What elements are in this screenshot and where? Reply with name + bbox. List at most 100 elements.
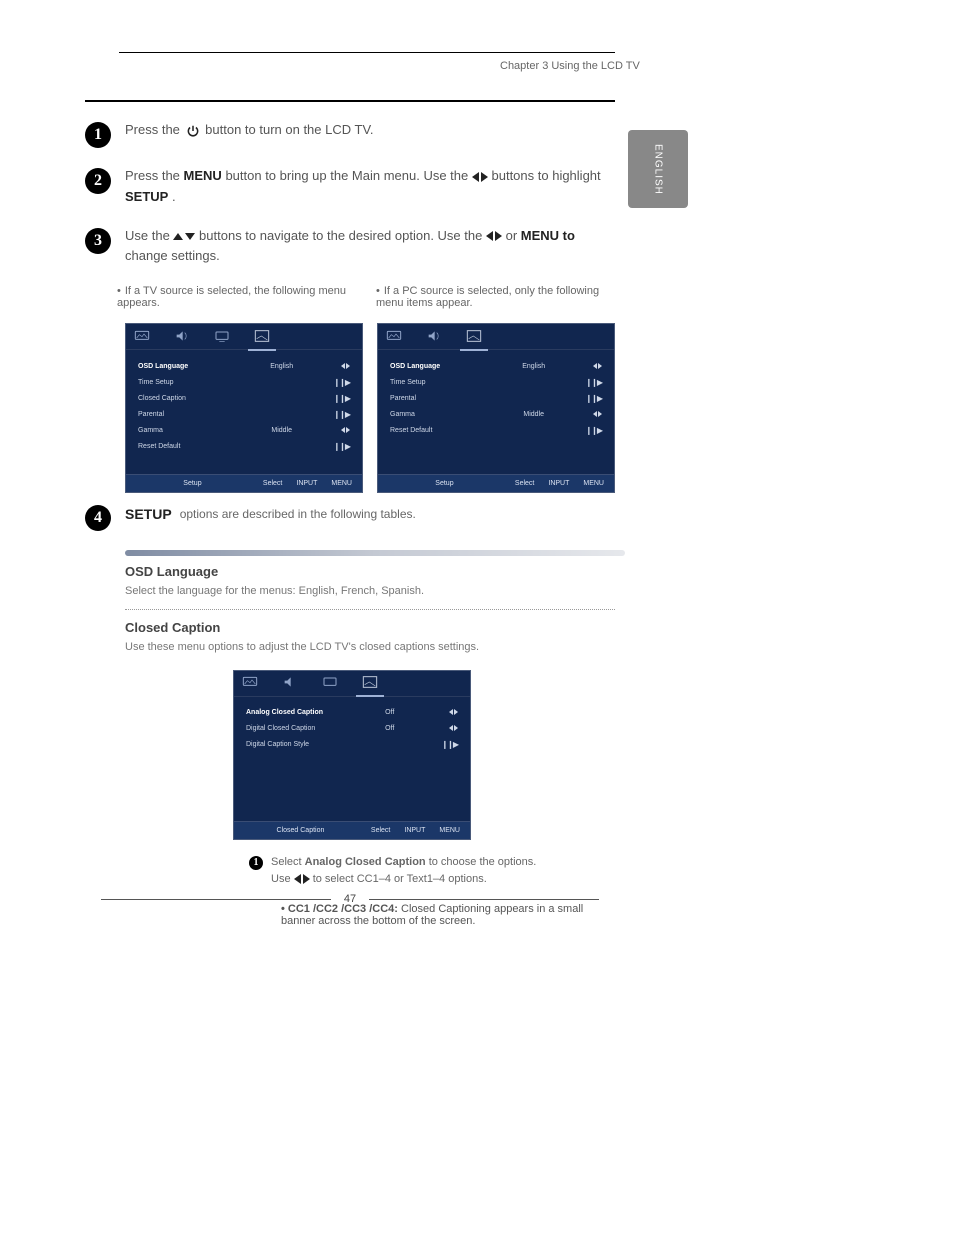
chapter-header: Chapter 3 Using the LCD TV: [500, 60, 640, 72]
step-number-icon: 4: [85, 505, 111, 531]
osd-menu-row: GammaMiddle: [390, 408, 602, 420]
audio-tab-icon: [282, 675, 298, 691]
setup-tab-icon: [254, 329, 270, 345]
osd-item-value: Off: [347, 709, 432, 716]
enter-submenu-icon: ❙❙▶: [333, 410, 350, 419]
picture-tab-icon: [134, 329, 150, 345]
osd-menu-row: Reset Default ❙❙▶: [390, 424, 602, 436]
cc-step-1: 1 Select Analog Closed Caption to choose…: [249, 854, 549, 889]
osd-item-label: Parental: [138, 411, 239, 418]
header-rule: [119, 52, 615, 53]
left-right-arrow-icon: [341, 363, 350, 369]
osd-language-desc: Select the language for the menus: Engli…: [125, 583, 615, 600]
osd-item-label: Digital Caption Style: [246, 741, 347, 748]
step-3-text: Use the buttons to navigate to the desir…: [125, 226, 615, 268]
setup-tab-icon: [362, 675, 378, 691]
section-osd-language: OSD Language Select the language for the…: [89, 564, 615, 611]
enter-submenu-icon: ❙❙▶: [585, 426, 602, 435]
language-tab: ENGLISH: [628, 130, 688, 208]
osd-tab-bar: [234, 671, 470, 697]
osd-menu-row: Time Setup ❙❙▶: [138, 376, 350, 388]
osd-item-label: Gamma: [390, 411, 491, 418]
enter-submenu-icon: ❙❙▶: [585, 394, 602, 403]
osd-setup-pc: OSD LanguageEnglish Time Setup ❙❙▶ Parental…: [377, 323, 615, 493]
picture-tab-icon: [242, 675, 258, 691]
left-right-arrow-icon: [593, 363, 602, 369]
osd-menu-row: Analog Closed CaptionOff: [246, 707, 458, 719]
setup-label: SETUP options are described in the follo…: [125, 503, 416, 525]
osd-menu-row: GammaMiddle: [138, 424, 350, 436]
osd-menu-row: Digital Caption Style ❙❙▶: [246, 739, 458, 751]
osd-item-value: Middle: [239, 427, 324, 434]
page-number: 47: [334, 893, 366, 905]
enter-submenu-icon: ❙❙▶: [333, 442, 350, 451]
osd-item-label: Parental: [390, 395, 491, 402]
left-right-arrow-icon: [449, 709, 458, 715]
page-content: 1 Press the button to turn on the LCD TV…: [85, 100, 615, 933]
closed-caption-heading: Closed Caption: [125, 620, 615, 635]
step-3: 3 Use the buttons to navigate to the des…: [85, 226, 615, 268]
tv-tab-icon: [214, 329, 230, 345]
picture-tab-icon: [386, 329, 402, 345]
left-right-arrow-icon: [486, 231, 502, 241]
left-right-arrow-icon: [341, 427, 350, 433]
left-right-arrow-icon: [472, 172, 488, 182]
col-pc-source: •If a PC source is selected, only the fo…: [376, 285, 615, 309]
osd-tab-bar: [378, 324, 614, 350]
step-4: 4 SETUP options are described in the fol…: [85, 503, 615, 543]
setup-tab-icon: [466, 329, 482, 345]
col-tv-source: •If a TV source is selected, the followi…: [117, 285, 356, 309]
step-number-icon: 2: [85, 168, 111, 194]
osd-menu-row: Parental ❙❙▶: [138, 408, 350, 420]
step-1-text: Press the button to turn on the LCD TV.: [125, 120, 374, 141]
dotted-divider: [125, 609, 615, 610]
osd-item-label: Closed Caption: [138, 395, 239, 402]
osd-item-label: OSD Language: [138, 363, 239, 370]
osd-item-label: Gamma: [138, 427, 239, 434]
osd-menu-row: OSD LanguageEnglish: [138, 360, 350, 372]
up-down-arrow-icon: [173, 233, 195, 240]
osd-item-label: Time Setup: [138, 379, 239, 386]
enter-submenu-icon: ❙❙▶: [333, 394, 350, 403]
osd-closed-caption: Analog Closed CaptionOffDigital Closed C…: [233, 670, 471, 840]
closed-caption-desc: Use these menu options to adjust the LCD…: [125, 639, 615, 656]
enter-submenu-icon: ❙❙▶: [333, 378, 350, 387]
left-right-arrow-icon: [593, 411, 602, 417]
osd-item-value: English: [491, 363, 576, 370]
osd-item-label: Time Setup: [390, 379, 491, 386]
osd-item-label: Digital Closed Caption: [246, 725, 347, 732]
osd-language-heading: OSD Language: [125, 564, 615, 579]
step-2: 2 Press the MENU button to bring up the …: [85, 166, 615, 208]
page-footer: 47: [85, 893, 615, 905]
step-number-icon: 3: [85, 228, 111, 254]
cc-bullet-1: CC1 /CC2 /CC3 /CC4: Closed Captioning ap…: [281, 903, 615, 927]
osd-menu-row: Digital Closed CaptionOff: [246, 723, 458, 735]
enter-submenu-icon: ❙❙▶: [585, 378, 602, 387]
left-right-arrow-icon: [294, 874, 310, 884]
language-tab-label: ENGLISH: [653, 144, 664, 195]
osd-menu-row: Closed Caption ❙❙▶: [138, 392, 350, 404]
osd-item-value: Middle: [491, 411, 576, 418]
section-closed-caption: Closed Caption Use these menu options to…: [89, 620, 615, 927]
left-right-arrow-icon: [449, 725, 458, 731]
source-columns: •If a TV source is selected, the followi…: [117, 285, 615, 309]
osd-footer: Setup Select INPUT MENU: [126, 474, 362, 492]
osd-item-label: OSD Language: [390, 363, 491, 370]
osd-item-label: Reset Default: [138, 443, 239, 450]
osd-setup-tv: OSD LanguageEnglishTime Setup❙❙▶Closed C…: [125, 323, 363, 493]
osd-footer: Setup Select INPUT MENU: [378, 474, 614, 492]
enter-submenu-icon: ❙❙▶: [441, 740, 458, 749]
progress-bar: [125, 550, 625, 556]
cc-bullets: CC1 /CC2 /CC3 /CC4: Closed Captioning ap…: [281, 903, 615, 927]
step-number-icon: 1: [249, 856, 263, 870]
osd-menu-row: Time Setup ❙❙▶: [390, 376, 602, 388]
osd-item-value: Off: [347, 725, 432, 732]
audio-tab-icon: [174, 329, 190, 345]
osd-item-label: Reset Default: [390, 427, 491, 434]
osd-tab-bar: [126, 324, 362, 350]
osd-item-label: Analog Closed Caption: [246, 709, 347, 716]
osd-footer: Closed Caption Select INPUT MENU: [234, 821, 470, 839]
step-2-text: Press the MENU button to bring up the Ma…: [125, 166, 615, 208]
section-rule: [85, 100, 615, 102]
audio-tab-icon: [426, 329, 442, 345]
